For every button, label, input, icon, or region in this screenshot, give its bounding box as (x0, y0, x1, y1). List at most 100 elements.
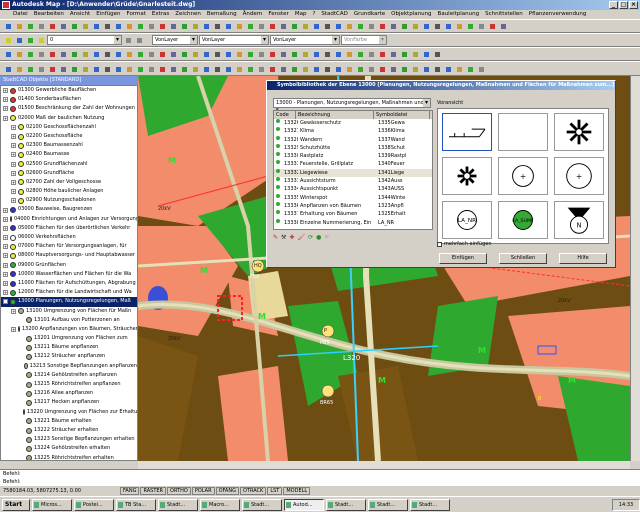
toolbar-button-icon[interactable] (399, 49, 409, 59)
toolbar-button-icon[interactable] (421, 21, 431, 31)
expand-icon[interactable]: + (3, 225, 8, 231)
expand-icon[interactable]: + (3, 281, 8, 287)
layer-previous-icon[interactable] (134, 35, 144, 45)
expand-icon[interactable]: + (11, 198, 16, 204)
tree-item[interactable]: 13216 Allee anpflanzen (1, 389, 137, 398)
toolbar-button-icon[interactable] (157, 64, 167, 74)
tree-item[interactable]: +02100 Geschossflächenzahl (1, 123, 137, 132)
taskbar-task[interactable]: Stadt... (158, 498, 198, 511)
toolbar-button-icon[interactable] (124, 64, 134, 74)
toolbar-button-icon[interactable] (124, 49, 134, 59)
tree-item[interactable]: +09000 Grünflächen (1, 261, 137, 270)
toolbar-button-icon[interactable] (102, 64, 112, 74)
toolbar-button-icon[interactable] (256, 21, 266, 31)
tree-item[interactable]: +02500 Grundflächenzahl (1, 160, 137, 169)
menu-item[interactable]: Map (292, 10, 310, 19)
table-row[interactable]: 13338Einzelne Nummerierung, Ein LA_NR (274, 218, 432, 227)
help-button[interactable]: Hilfe (559, 253, 607, 264)
toolbar-button-icon[interactable] (102, 49, 112, 59)
toolbar-button-icon[interactable] (267, 49, 277, 59)
multiple-insert-checkbox[interactable]: mehrfach einfügen (437, 241, 492, 247)
toolbar-button-icon[interactable] (377, 21, 387, 31)
toolbar-button-icon[interactable] (3, 21, 13, 31)
insert-button[interactable]: Einfügen (439, 253, 487, 264)
taskbar-task[interactable]: Postei... (74, 498, 114, 511)
toolbar-button-icon[interactable] (234, 64, 244, 74)
toolbar-button-icon[interactable] (256, 49, 266, 59)
toolbar-button-icon[interactable] (135, 64, 145, 74)
menu-item[interactable]: Grundkarte (351, 10, 388, 19)
expand-icon[interactable]: + (3, 235, 8, 241)
toolbar-button-icon[interactable] (190, 64, 200, 74)
insert-icon[interactable]: ✚ (289, 234, 294, 241)
maximize-button[interactable]: □ (619, 1, 628, 9)
mode-toggle[interactable]: OFANG (215, 487, 239, 495)
menu-item[interactable]: Extras (149, 10, 172, 19)
vertical-scrollbar[interactable] (630, 76, 640, 461)
tree-item[interactable]: +08000 Hauptversorgungs- und Hauptabwass… (1, 251, 137, 260)
toolbar-button-icon[interactable] (234, 21, 244, 31)
close-button[interactable]: × (629, 1, 638, 9)
toolbar-button-icon[interactable] (476, 21, 486, 31)
tree-item[interactable]: +04000 Einrichtungen und Anlagen zur Ver… (1, 215, 137, 224)
toolbar-button-icon[interactable] (14, 21, 24, 31)
toolbar-button-icon[interactable] (333, 21, 343, 31)
toolbar-button-icon[interactable] (289, 64, 299, 74)
tree-item[interactable]: +02700 Zahl der Vollgeschosse (1, 178, 137, 187)
minimize-button[interactable]: _ (609, 1, 618, 9)
toolbar-button-icon[interactable] (47, 49, 57, 59)
menu-item[interactable]: Pflanzenverwendung (526, 10, 590, 19)
symbol-tile[interactable] (442, 157, 492, 195)
table-row[interactable]: 13328Wandern 1337Wand (274, 135, 432, 144)
dots-icon[interactable]: ⁘ (324, 234, 329, 241)
toolbar-button-icon[interactable] (432, 49, 442, 59)
tree-item[interactable]: 13217 Hecken anpflanzen (1, 398, 137, 407)
toolbar-button-icon[interactable] (3, 64, 13, 74)
mode-toggle[interactable]: ORTHO (167, 487, 191, 495)
linetype-combo[interactable]: VonLayer (199, 35, 269, 45)
toolbar-button-icon[interactable] (146, 21, 156, 31)
toolbar-button-icon[interactable] (25, 49, 35, 59)
toolbar-button-icon[interactable] (322, 21, 332, 31)
table-row[interactable]: 13326Gewässerschutz 1335Gewa (274, 119, 432, 127)
toolbar-button-icon[interactable] (366, 21, 376, 31)
expand-icon[interactable]: + (3, 115, 8, 121)
toolbar-button-icon[interactable] (69, 21, 79, 31)
tree-item[interactable]: 13213 Sonstige Bepflanzungen anpflanzen (1, 362, 137, 371)
table-row[interactable]: 13330Rastplatz 1339Rastpl (274, 152, 432, 160)
tree-item[interactable]: +02200 Geschossfläche (1, 132, 137, 141)
menu-item[interactable]: Bauleitplanung (435, 10, 483, 19)
expand-icon[interactable]: + (3, 106, 8, 112)
table-row[interactable]: 13329Schutzhütte 1338Schut (274, 143, 432, 152)
col-file[interactable]: Symboldatei (374, 111, 430, 119)
toolbar-button-icon[interactable] (58, 21, 68, 31)
expand-icon[interactable]: + (3, 262, 8, 268)
toolbar-button-icon[interactable] (124, 21, 134, 31)
layer-state-icon[interactable] (14, 35, 24, 45)
expand-icon[interactable]: + (11, 161, 16, 167)
tree-item[interactable]: 13215 Röhrichtstreifen anpflanzen (1, 380, 137, 389)
symbol-tile[interactable] (442, 113, 492, 151)
toolbar-button-icon[interactable] (47, 21, 57, 31)
layer-on-icon[interactable] (25, 35, 35, 45)
table-row[interactable]: 13336Anpflanzen von Bäumen 1323Anpfl (274, 201, 432, 210)
tree-item[interactable]: +03000 Bauweise, Baugrenzen (1, 205, 137, 214)
toolbar-button-icon[interactable] (388, 21, 398, 31)
toolbar-button-icon[interactable] (201, 21, 211, 31)
make-current-icon[interactable] (123, 35, 133, 45)
toolbar-button-icon[interactable] (487, 21, 497, 31)
menu-item[interactable]: Ändern (240, 10, 266, 19)
toolbar-button-icon[interactable] (388, 64, 398, 74)
toolbar-button-icon[interactable] (212, 49, 222, 59)
toolbar-button-icon[interactable] (344, 64, 354, 74)
toolbar-button-icon[interactable] (432, 21, 442, 31)
tree-item[interactable]: +02600 Grundfläche (1, 169, 137, 178)
toolbar-button-icon[interactable] (146, 49, 156, 59)
toolbar-button-icon[interactable] (135, 21, 145, 31)
menu-item[interactable]: Ansicht (67, 10, 93, 19)
toolbar-button-icon[interactable] (344, 21, 354, 31)
edit-icon[interactable]: ✎ (273, 234, 278, 241)
toolbar-button-icon[interactable] (91, 49, 101, 59)
toolbar-button-icon[interactable] (278, 64, 288, 74)
symbol-tile[interactable] (554, 113, 604, 151)
